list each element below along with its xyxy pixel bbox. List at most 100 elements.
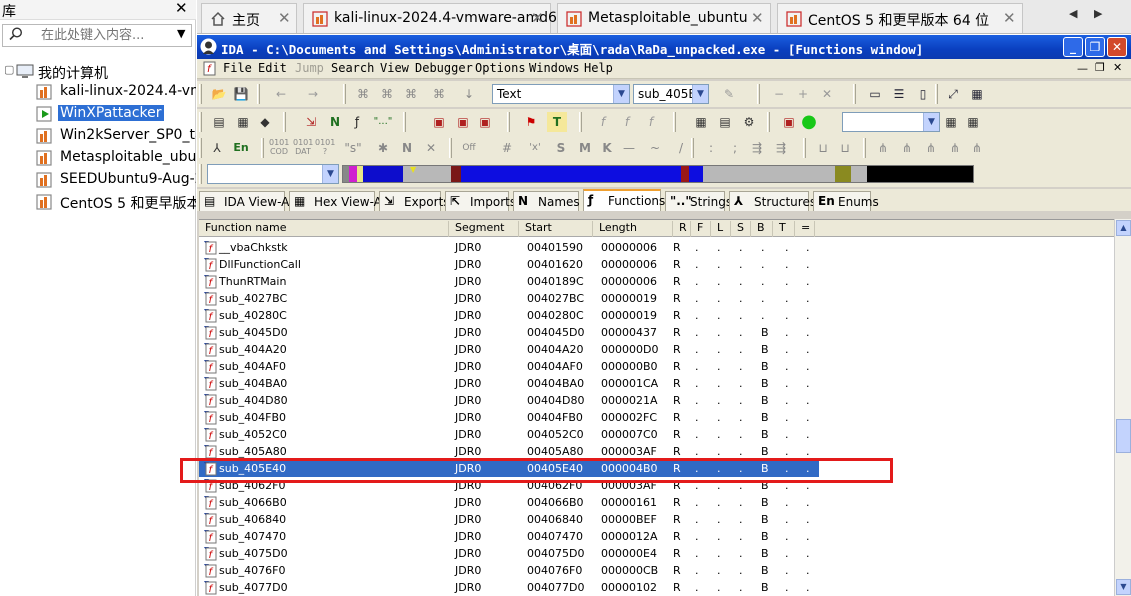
function-row[interactable]: f sub_4075D0 JDR0 004075D0 000000E4 R... B.. xyxy=(199,545,839,562)
function-row[interactable]: f sub_404FB0 JDR0 00404FB0 000002FC R... B.. xyxy=(199,409,839,426)
structure-icon[interactable]: ⅄ xyxy=(207,138,227,158)
graph-view-icon[interactable]: ▭ xyxy=(865,84,885,104)
segment-combo[interactable]: Text ▼ xyxy=(492,84,630,104)
close-library-icon[interactable]: ✕ xyxy=(175,0,188,17)
data-icon[interactable]: 0101 DAT xyxy=(293,138,313,158)
close-tab-icon[interactable]: ✕ xyxy=(1003,9,1016,27)
search-dropdown-icon[interactable]: ▼ xyxy=(177,27,185,40)
segment-icon[interactable]: S xyxy=(551,138,571,158)
function-row[interactable]: f sub_4077D0 JDR0 004077D0 00000102 R... B.. xyxy=(199,579,839,596)
offset-icon[interactable]: Off xyxy=(459,138,479,158)
menu-options[interactable]: Options xyxy=(475,61,526,75)
layout-icon[interactable]: ▦ xyxy=(967,84,987,104)
function-row[interactable]: f sub_4045D0 JDR0 004045D0 00000437 R... B.. xyxy=(199,324,839,341)
column-header[interactable]: Function name xyxy=(199,221,449,237)
segments-icon[interactable]: ▣ xyxy=(429,112,449,132)
bitwise-not-icon[interactable]: ~ xyxy=(645,138,665,158)
function-row[interactable]: f sub_404D80 JDR0 00404D80 0000021A R... B.. xyxy=(199,392,839,409)
negate-icon[interactable]: — xyxy=(619,138,639,158)
column-header[interactable]: F xyxy=(691,221,711,237)
tab-enums[interactable]: En Enums xyxy=(813,191,879,211)
function-row[interactable]: f sub_40280C JDR0 0040280C 00000019 R...... xyxy=(199,307,839,324)
function-row[interactable]: f sub_404A20 JDR0 00404A20 000000D0 R... B.. xyxy=(199,341,839,358)
menu-windows[interactable]: Windows xyxy=(529,61,580,75)
enum-icon[interactable]: En xyxy=(231,138,251,158)
selectors-icon[interactable]: ▣ xyxy=(453,112,473,132)
proximity-icon[interactable]: ▯ xyxy=(913,84,933,104)
function-icon[interactable]: f xyxy=(593,112,613,132)
function-row[interactable]: f ThunRTMain JDR0 0040189C 00000006 R...... xyxy=(199,273,839,290)
function-edit-icon[interactable]: f xyxy=(641,112,661,132)
column-header[interactable]: = xyxy=(795,221,815,237)
function-row[interactable]: f DllFunctionCall JDR0 00401620 00000006 R...… xyxy=(199,256,839,273)
menu-search[interactable]: Search xyxy=(331,61,374,75)
close-tab-icon[interactable]: ✕ xyxy=(531,9,544,27)
vm-list-item[interactable]: Win2kServer_SP0_target xyxy=(36,126,196,147)
cross-icon[interactable]: ✕ xyxy=(817,84,837,104)
zoom-icon[interactable]: ⤢ xyxy=(943,84,963,104)
menu-debugger[interactable]: Debugger xyxy=(415,61,473,75)
vm-list-item[interactable]: CentOS 5 和更早版本 64 位 xyxy=(36,192,196,213)
back-icon[interactable]: ← xyxy=(271,84,291,104)
nav-combo[interactable]: ▼ xyxy=(207,164,339,184)
column-header[interactable]: Segment xyxy=(449,221,519,237)
minimize-button[interactable]: _ xyxy=(1063,37,1083,57)
debugger-settings-icon[interactable]: ▦ xyxy=(963,112,983,132)
code-icon[interactable]: 0101 COD xyxy=(269,138,289,158)
save-icon[interactable]: 💾 xyxy=(231,84,251,104)
array-icon[interactable]: ✱ xyxy=(373,138,393,158)
search-binary-icon[interactable]: ⌘ xyxy=(429,84,449,104)
tab-structures[interactable]: ⅄ Structures xyxy=(729,191,816,211)
tab-functions[interactable]: ƒ Functions xyxy=(583,189,665,211)
functions-list[interactable]: Function name Segment Start Length R F L S B T = f… xyxy=(199,219,1114,596)
binoculars-next-icon[interactable]: ⌘ xyxy=(377,84,397,104)
strings-tool-icon[interactable]: "..." xyxy=(373,112,393,132)
text-view-icon[interactable]: ☰ xyxy=(889,84,909,104)
function-row[interactable]: f sub_404BA0 JDR0 00404BA0 000001CA R... B.. xyxy=(199,375,839,392)
list-icon[interactable]: ▤ xyxy=(715,112,735,132)
vm-list-item[interactable]: SEEDUbuntu9-Aug-2010 xyxy=(36,170,196,191)
column-header[interactable]: Length xyxy=(593,221,673,237)
tab-centos[interactable]: CentOS 5 和更早版本 64 位 ✕ xyxy=(777,3,1023,33)
scroll-up-icon[interactable]: ▲ xyxy=(1116,220,1131,236)
run-status-icon[interactable]: ● xyxy=(799,112,819,132)
undefine-cross-icon[interactable]: ✕ xyxy=(421,138,441,158)
chevron-down-icon[interactable]: ▼ xyxy=(322,165,338,183)
close-button[interactable]: ✕ xyxy=(1107,37,1127,57)
menu-file[interactable]: File xyxy=(223,61,252,75)
forward-icon[interactable]: → xyxy=(303,84,323,104)
flow-chart-icon[interactable]: ⊔ xyxy=(813,138,833,158)
column-header[interactable]: T xyxy=(773,221,795,237)
functions-tool-icon[interactable]: ƒ xyxy=(347,112,367,132)
call-graph-icon[interactable]: ⋔ xyxy=(873,138,893,158)
column-header[interactable]: L xyxy=(711,221,731,237)
name-icon[interactable]: N xyxy=(397,138,417,158)
chevron-down-icon[interactable]: ▼ xyxy=(692,85,708,103)
hex-icon[interactable]: ▦ xyxy=(233,112,253,132)
undefine-icon[interactable]: 0101? xyxy=(315,138,335,158)
posterior-line-icon[interactable]: ⇶ xyxy=(771,138,791,158)
tab-home[interactable]: 主页 ✕ xyxy=(201,3,297,33)
tab-hex-view-a[interactable]: ▦ Hex View-A xyxy=(289,191,382,211)
vm-list-item[interactable]: kali-linux-2024.4-vmware-amd64 xyxy=(36,82,196,103)
tab-imports[interactable]: ⇱ Imports xyxy=(445,191,516,211)
scroll-down-icon[interactable]: ▼ xyxy=(1116,579,1131,595)
string-literal-icon[interactable]: "s" xyxy=(343,138,363,158)
function-row[interactable]: f sub_406840 JDR0 00406840 00000BEF R... B.. xyxy=(199,511,839,528)
close-tab-icon[interactable]: ✕ xyxy=(751,9,764,27)
vertical-scrollbar[interactable]: ▲ ▼ xyxy=(1114,219,1131,596)
navigation-band[interactable]: ▼ xyxy=(342,165,974,183)
tab-metasploitable[interactable]: Metasploitable_ubuntu ✕ xyxy=(557,3,771,33)
enum-member-icon[interactable]: M xyxy=(575,138,595,158)
function-row[interactable]: f sub_4052C0 JDR0 004052C0 000007C0 R... B.. xyxy=(199,426,839,443)
tab-scroll-right-icon[interactable]: ▶ xyxy=(1094,7,1102,20)
vm-list-item[interactable]: WinXPattacker xyxy=(36,104,196,125)
menu-jump[interactable]: Jump xyxy=(295,61,324,75)
scroll-thumb[interactable] xyxy=(1116,419,1131,453)
maximize-button[interactable]: ❐ xyxy=(1085,37,1105,57)
minus-icon[interactable]: − xyxy=(769,84,789,104)
binoculars-text-icon[interactable]: ⌘ xyxy=(401,84,421,104)
tab-ida-view-a[interactable]: ▤ IDA View-A xyxy=(199,191,289,211)
gear-icon[interactable]: ⚙ xyxy=(739,112,759,132)
tab-exports[interactable]: ⇲ Exports xyxy=(379,191,450,211)
